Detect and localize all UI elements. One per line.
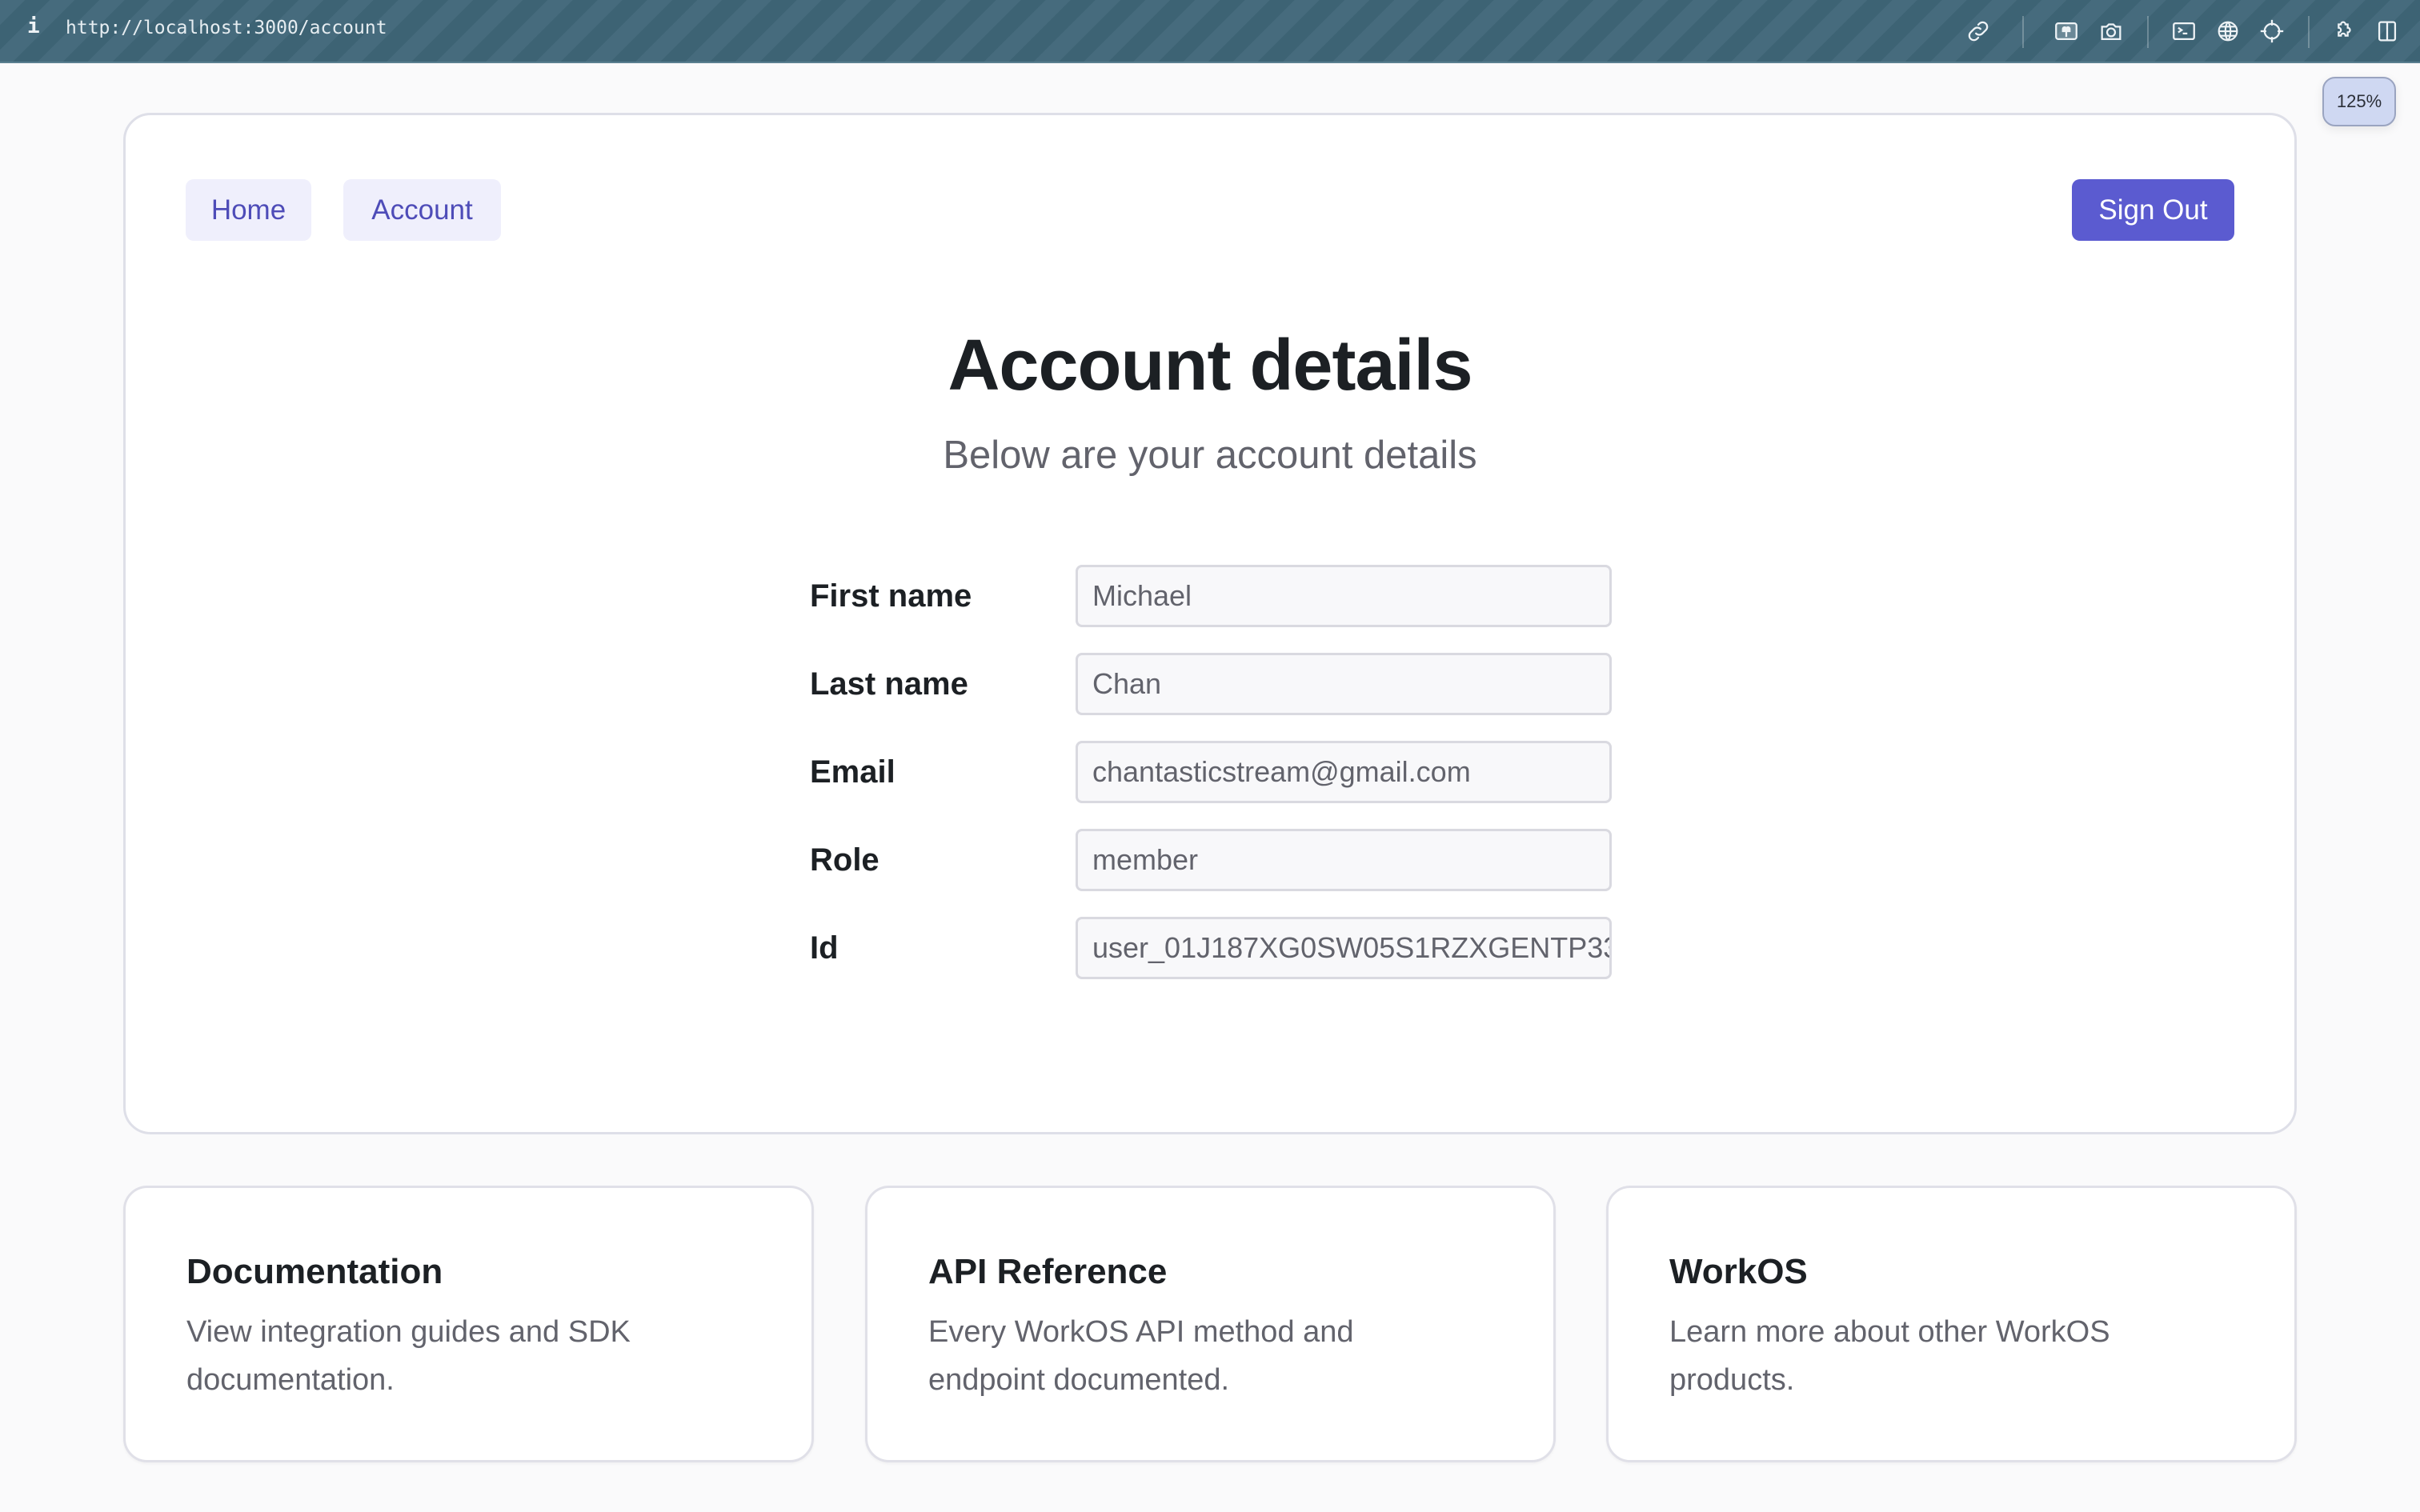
card-description: Learn more about other WorkOS products.	[1669, 1315, 2110, 1397]
camera-icon[interactable]	[2097, 18, 2125, 45]
first-name-row: First name Michael	[810, 565, 1738, 627]
toolbar-divider	[2308, 16, 2310, 48]
role-label: Role	[810, 842, 879, 878]
role-field[interactable]: member	[1076, 829, 1612, 891]
globe-icon[interactable]	[2214, 18, 2242, 45]
account-nav-button[interactable]: Account	[343, 179, 501, 241]
site-info-icon[interactable]: i	[27, 14, 40, 38]
toolbar-divider	[2022, 16, 2024, 48]
browser-toolbar: i http://localhost:3000/account	[0, 0, 2420, 63]
card-description: View integration guides and SDK document…	[186, 1315, 631, 1397]
link-icon[interactable]	[1965, 18, 1992, 45]
email-field[interactable]: chantasticstream@gmail.com	[1076, 741, 1612, 803]
first-name-field[interactable]: Michael	[1076, 565, 1612, 627]
home-nav-button[interactable]: Home	[186, 179, 311, 241]
email-row: Email chantasticstream@gmail.com	[810, 741, 1738, 803]
documentation-card[interactable]: Documentation View integration guides an…	[123, 1186, 814, 1462]
last-name-label: Last name	[810, 666, 968, 702]
sidebar-icon[interactable]	[2374, 18, 2401, 45]
account-card: Home Account Sign Out Account details Be…	[123, 113, 2297, 1134]
card-description: Every WorkOS API method and endpoint doc…	[928, 1315, 1354, 1397]
api-reference-card[interactable]: API Reference Every WorkOS API method an…	[865, 1186, 1556, 1462]
page-subtitle: Below are your account details	[943, 434, 1477, 477]
sign-out-button[interactable]: Sign Out	[2072, 179, 2234, 241]
role-row: Role member	[810, 829, 1738, 891]
workos-card[interactable]: WorkOS Learn more about other WorkOS pro…	[1606, 1186, 2297, 1462]
card-title: API Reference	[928, 1252, 1168, 1291]
last-name-field[interactable]: Chan	[1076, 653, 1612, 715]
id-label: Id	[810, 930, 839, 966]
zoom-level-badge[interactable]: 125%	[2322, 77, 2396, 126]
image-icon[interactable]	[2053, 18, 2080, 45]
id-field[interactable]: user_01J187XG0SW05S1RZXGENTP330	[1076, 917, 1612, 979]
page-title: Account details	[948, 326, 1472, 406]
address-bar-url[interactable]: http://localhost:3000/account	[66, 18, 387, 38]
card-title: WorkOS	[1669, 1252, 1808, 1291]
terminal-icon[interactable]	[2170, 18, 2198, 45]
first-name-label: First name	[810, 578, 972, 614]
crosshair-icon[interactable]	[2258, 18, 2286, 45]
card-title: Documentation	[186, 1252, 443, 1291]
id-row: Id user_01J187XG0SW05S1RZXGENTP330	[810, 917, 1738, 979]
toolbar-divider	[2147, 16, 2149, 48]
email-label: Email	[810, 754, 895, 790]
puzzle-icon[interactable]	[2330, 18, 2357, 45]
last-name-row: Last name Chan	[810, 653, 1738, 715]
